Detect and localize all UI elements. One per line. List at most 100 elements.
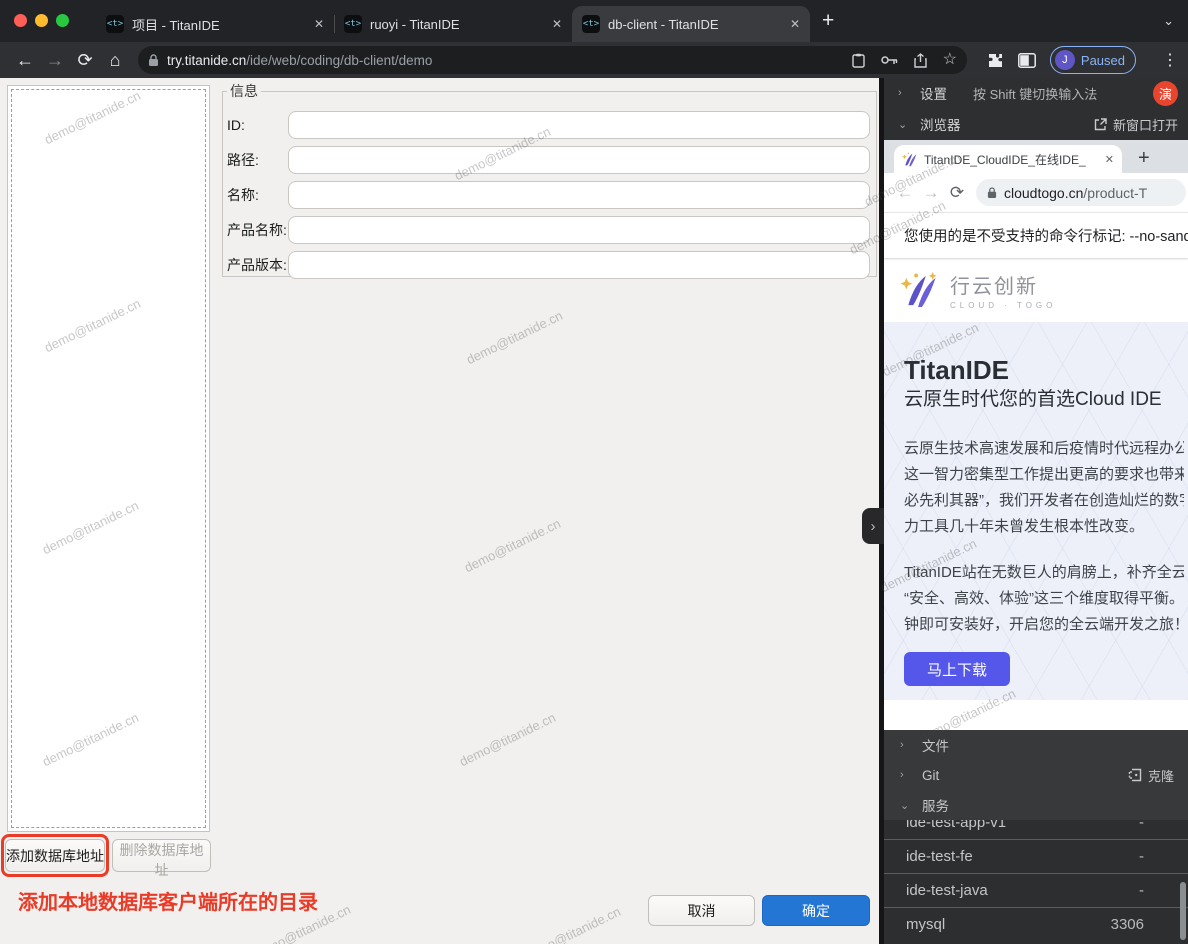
embedded-new-tab-button[interactable]: + (1138, 147, 1150, 170)
address-bar[interactable]: try.titanide.cn /ide/web/coding/db-clien… (138, 46, 967, 74)
profile-button[interactable]: J Paused (1050, 46, 1136, 74)
tab-close-icon[interactable]: ✕ (314, 17, 324, 31)
settings-section-row[interactable]: › 设置 按 Shift 键切换输入法 演 (884, 78, 1188, 108)
profile-status: Paused (1081, 53, 1125, 68)
reload-button[interactable]: ⟳ (70, 50, 100, 71)
annotation-text: 添加本地数据库客户端所在的目录 (18, 886, 318, 915)
home-button[interactable]: ⌂ (100, 50, 130, 71)
clone-icon (1128, 768, 1142, 782)
lock-icon (987, 187, 997, 199)
tab-ruoyi[interactable]: <t> ruoyi - TitanIDE ✕ (334, 6, 572, 42)
embedded-forward-button[interactable]: → (918, 183, 944, 203)
right-side-panel: › 设置 按 Shift 键切换输入法 演 ⌄ 浏览器 新窗口打开 (884, 78, 1188, 944)
service-row[interactable]: ide-test-fe - (884, 839, 1188, 873)
services-label: 服务 (922, 795, 949, 815)
open-new-window-icon (1094, 118, 1107, 131)
embedded-tab[interactable]: TitanIDE_CloudIDE_在线IDE_ ✕ (894, 145, 1122, 173)
tab-list-chevron-icon[interactable]: ⌄ (1163, 13, 1174, 29)
add-database-path-button[interactable]: 添加数据库地址 (5, 839, 105, 872)
open-new-window-label: 新窗口打开 (1113, 115, 1178, 134)
tab-db-client-active[interactable]: <t> db-client - TitanIDE ✕ (572, 6, 810, 42)
product-version-field[interactable] (288, 251, 870, 279)
service-row[interactable]: ide-test-java - (884, 873, 1188, 907)
service-port: - (1139, 882, 1144, 899)
minimize-window-button[interactable] (35, 14, 48, 27)
side-panel-icon[interactable] (1018, 53, 1036, 68)
embedded-reload-button[interactable]: ⟳ (944, 183, 970, 203)
tab-title: db-client - TitanIDE (608, 17, 784, 32)
unsupported-flag-warning: 您使用的是不受支持的命令行标记: --no-sand (884, 212, 1188, 258)
product-name-label: 产品名称: (227, 220, 288, 240)
screen: <t> 项目 - TitanIDE ✕ <t> ruoyi - TitanIDE… (0, 0, 1188, 944)
bookmark-star-icon[interactable]: ☆ (943, 52, 957, 68)
hero-paragraph-1: 云原生技术高速发展和后疫情时代远程办公等 这一智力密集型工作提出更高的要求也带来… (904, 436, 1184, 540)
back-button[interactable]: ← (10, 50, 40, 71)
tab-title: 项目 - TitanIDE (132, 15, 308, 34)
ide-sections: › 文件 › Git 克隆 ⌄ (884, 730, 1188, 944)
hero-title: TitanIDE (904, 354, 1184, 386)
url-path: /ide/web/coding/db-client/demo (246, 53, 851, 68)
cloudtogo-logo-icon (900, 272, 940, 309)
name-field[interactable] (288, 181, 870, 209)
forward-button[interactable]: → (40, 50, 70, 71)
name-label: 名称: (227, 185, 288, 205)
titanide-favicon-icon: <t> (344, 15, 362, 33)
tab-close-icon[interactable]: ✕ (552, 17, 562, 31)
chevron-right-icon: › (900, 769, 922, 781)
embedded-tab-strip: TitanIDE_CloudIDE_在线IDE_ ✕ + (884, 140, 1188, 173)
service-row[interactable]: ide-test-app-v1 - (884, 820, 1188, 839)
database-path-list[interactable] (7, 85, 210, 832)
hero-subtitle: 云原生时代您的首选Cloud IDE (904, 386, 1184, 414)
download-button[interactable]: 马上下载 (904, 652, 1010, 686)
service-port: - (1139, 820, 1144, 831)
service-row[interactable]: mysql 3306 (884, 907, 1188, 941)
share-icon[interactable] (914, 53, 927, 68)
embedded-tab-close-icon[interactable]: ✕ (1105, 153, 1114, 166)
tab-project[interactable]: <t> 项目 - TitanIDE ✕ (96, 6, 334, 42)
embedded-url-host: cloudtogo.cn (1004, 185, 1083, 201)
service-list: ide-test-app-v1 - ide-test-fe - ide-test… (884, 820, 1188, 944)
git-label: Git (922, 768, 939, 783)
panel-collapse-handle[interactable]: › (862, 508, 884, 544)
zoom-window-button[interactable] (56, 14, 69, 27)
browser-label: 浏览器 (920, 114, 961, 134)
extensions-puzzle-icon[interactable] (987, 52, 1004, 69)
url-host: try.titanide.cn (167, 53, 246, 68)
settings-label: 设置 (920, 83, 947, 103)
cloudtogo-logo-section: 行云创新 CLOUD · TOGO (884, 258, 1188, 322)
window-titlebar: <t> 项目 - TitanIDE ✕ <t> ruoyi - TitanIDE… (0, 0, 1188, 42)
browser-menu-icon[interactable]: ⋮ (1162, 50, 1178, 70)
git-section-row[interactable]: › Git 克隆 (884, 760, 1188, 790)
delete-database-path-button[interactable]: 删除数据库地址 (112, 839, 211, 872)
cancel-button[interactable]: 取消 (648, 895, 755, 926)
lock-icon (148, 54, 159, 67)
ok-button[interactable]: 确定 (762, 895, 870, 926)
embedded-url-path: /product-T (1083, 185, 1147, 201)
embedded-toolbar: ← → ⟳ cloudtogo.cn /product-T (884, 173, 1188, 212)
logo-subtext: CLOUD · TOGO (950, 301, 1056, 310)
scrollbar-thumb[interactable] (1180, 882, 1186, 940)
fieldset-legend: 信息 (227, 81, 261, 101)
id-field[interactable] (288, 111, 870, 139)
cloudtogo-favicon-icon (902, 152, 918, 167)
logo-text: 行云创新 (950, 270, 1056, 299)
embedded-back-button[interactable]: ← (892, 183, 918, 203)
close-window-button[interactable] (14, 14, 27, 27)
path-field[interactable] (288, 146, 870, 174)
tab-close-icon[interactable]: ✕ (790, 17, 800, 31)
git-clone-button[interactable]: 克隆 (1128, 766, 1174, 785)
password-key-icon[interactable] (881, 55, 898, 65)
chevron-down-icon: ⌄ (900, 799, 922, 812)
files-section-row[interactable]: › 文件 (884, 730, 1188, 760)
product-name-field[interactable] (288, 216, 870, 244)
services-section-row[interactable]: ⌄ 服务 (884, 790, 1188, 820)
service-name: ide-test-app-v1 (906, 820, 1006, 831)
browser-section-row[interactable]: ⌄ 浏览器 新窗口打开 (884, 108, 1188, 140)
open-new-window-button[interactable]: 新窗口打开 (1094, 115, 1178, 134)
service-name: mysql (906, 916, 945, 933)
chevron-right-icon: › (898, 87, 920, 99)
files-label: 文件 (922, 735, 949, 755)
embedded-address-bar[interactable]: cloudtogo.cn /product-T (976, 179, 1186, 206)
new-tab-button[interactable]: + (822, 10, 834, 31)
clipboard-icon[interactable] (852, 53, 865, 68)
